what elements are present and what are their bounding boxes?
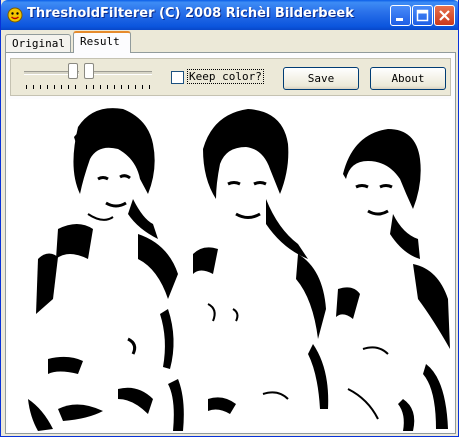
- tab-strip: Original Result: [5, 31, 456, 53]
- slider-ticks: [26, 85, 77, 89]
- slider-thumb[interactable]: [84, 63, 94, 79]
- about-button[interactable]: About: [370, 67, 446, 90]
- controls-toolbar: Keep color? Save About: [10, 58, 451, 96]
- close-button[interactable]: [434, 5, 455, 26]
- slider-ticks: [86, 85, 150, 89]
- tab-original[interactable]: Original: [5, 34, 71, 53]
- window-title: ThresholdFilterer (C) 2008 Richèl Bilder…: [27, 6, 354, 21]
- maximize-button[interactable]: [412, 5, 433, 26]
- keep-color-checkbox[interactable]: [171, 71, 184, 84]
- minimize-icon: [396, 18, 403, 21]
- title-bar[interactable]: ThresholdFilterer (C) 2008 Richèl Bilder…: [1, 0, 458, 30]
- save-button[interactable]: Save: [283, 67, 359, 90]
- maximize-icon: [416, 9, 429, 22]
- keep-color-label[interactable]: Keep color?: [187, 69, 264, 84]
- tab-result[interactable]: Result: [73, 31, 131, 53]
- slider-track: [84, 71, 152, 75]
- app-window: ThresholdFilterer (C) 2008 Richèl Bilder…: [0, 0, 459, 437]
- thresholded-image: [8, 99, 453, 431]
- close-icon: [439, 10, 450, 21]
- minimize-button[interactable]: [390, 5, 411, 26]
- result-panel: Keep color? Save About: [5, 52, 456, 434]
- threshold-slider-low[interactable]: [24, 63, 79, 91]
- threshold-slider-high[interactable]: [84, 63, 152, 91]
- slider-thumb[interactable]: [68, 63, 78, 79]
- app-icon: [7, 7, 23, 23]
